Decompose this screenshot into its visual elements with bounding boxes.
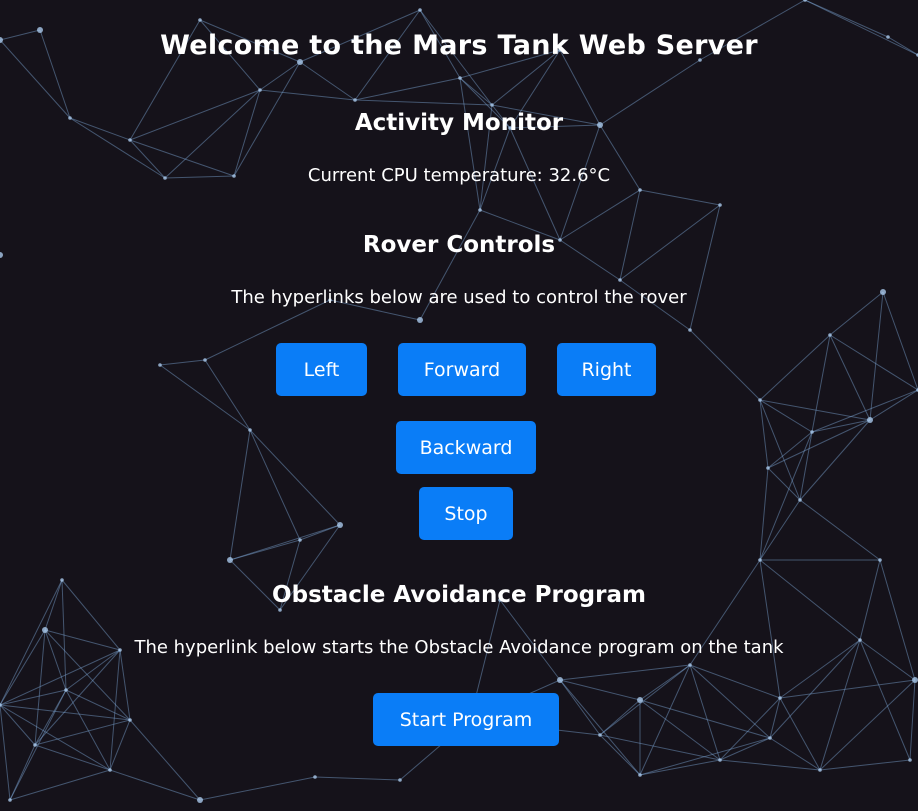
page-title: Welcome to the Mars Tank Web Server — [160, 30, 758, 61]
obstacle-avoidance-description: The hyperlink below starts the Obstacle … — [134, 637, 784, 658]
cpu-temperature-text: Current CPU temperature: 32.6°C — [307, 165, 611, 186]
activity-monitor-heading: Activity Monitor — [354, 110, 564, 136]
left-button[interactable]: Left — [276, 343, 367, 396]
right-button[interactable]: Right — [557, 343, 656, 396]
start-program-button[interactable]: Start Program — [373, 693, 559, 746]
rover-controls-description: The hyperlinks below are used to control… — [231, 287, 687, 308]
backward-button[interactable]: Backward — [396, 421, 536, 474]
obstacle-avoidance-heading: Obstacle Avoidance Program — [272, 582, 646, 608]
stop-button[interactable]: Stop — [419, 487, 513, 540]
rover-controls-heading: Rover Controls — [362, 232, 556, 258]
forward-button[interactable]: Forward — [398, 343, 526, 396]
page-content: Welcome to the Mars Tank Web Server Acti… — [0, 0, 918, 811]
